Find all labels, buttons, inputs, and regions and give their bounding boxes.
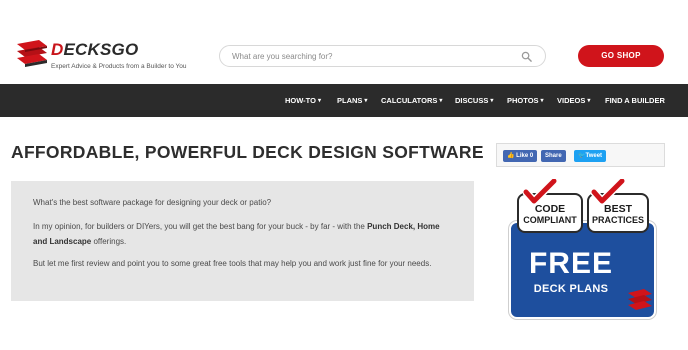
main-nav: HOW-TO ▾ PLANS ▾ CALCULATORS ▾ DISCUSS ▾ PHO… (0, 84, 688, 117)
chevron-down-icon: ▾ (540, 98, 544, 104)
deck-logo-icon (17, 40, 47, 67)
facebook-share-button[interactable]: Share (541, 150, 566, 162)
page-title: AFFORDABLE, POWERFUL DECK DESIGN SOFTWAR… (11, 142, 484, 162)
nav-item-find-a-builder[interactable]: FIND A BUILDER (605, 84, 665, 117)
logo-wordmark: DECKSGO (51, 40, 139, 59)
chevron-down-icon: ▾ (587, 98, 591, 104)
nav-item-videos[interactable]: VIDEOS ▾ (557, 84, 590, 117)
chevron-down-icon: ▾ (439, 98, 443, 104)
intro-box: What's the best software package for des… (11, 181, 474, 301)
chevron-down-icon: ▾ (364, 98, 368, 104)
site-logo[interactable]: DECKSGO Expert Advice & Products from a … (13, 36, 203, 74)
checkmark-icon (523, 179, 557, 205)
nav-item-plans[interactable]: PLANS ▾ (337, 84, 367, 117)
ad-headline: FREE (528, 247, 613, 280)
chevron-down-icon: ▾ (490, 98, 494, 104)
go-shop-button[interactable]: GO SHOP (578, 45, 664, 67)
tweet-button[interactable]: 🐦Tweet (574, 150, 607, 162)
search-box (219, 45, 546, 67)
search-input[interactable] (232, 49, 512, 63)
nav-item-calculators[interactable]: CALCULATORS ▾ (381, 84, 442, 117)
thumbs-up-icon: 👍 (507, 153, 515, 159)
ad-subline: DECK PLANS (533, 283, 609, 295)
free-deck-plans-ad[interactable]: CODE COMPLIANT BEST PRACTICES FREE DECK … (503, 179, 658, 319)
nav-item-discuss[interactable]: DISCUSS ▾ (455, 84, 493, 117)
intro-paragraph-3: But let me first review and point you to… (33, 259, 432, 268)
chevron-down-icon: ▾ (317, 98, 321, 104)
social-share-bar: 👍 Like 0 Share 🐦Tweet (496, 143, 665, 167)
nav-item-photos[interactable]: PHOTOS ▾ (507, 84, 544, 117)
nav-item-how-to[interactable]: HOW-TO ▾ (285, 84, 321, 117)
deck-logo-icon (628, 289, 652, 310)
intro-paragraph-2: In my opinion, for builders or DIYers, y… (33, 222, 440, 246)
search-icon[interactable] (521, 51, 532, 62)
facebook-like-button[interactable]: 👍 Like 0 (503, 150, 538, 162)
checkmark-icon (591, 179, 625, 205)
intro-paragraph-1: What's the best software package for des… (33, 198, 272, 207)
logo-tagline: Expert Advice & Products from a Builder … (51, 63, 187, 70)
site-header: DECKSGO Expert Advice & Products from a … (0, 0, 688, 84)
